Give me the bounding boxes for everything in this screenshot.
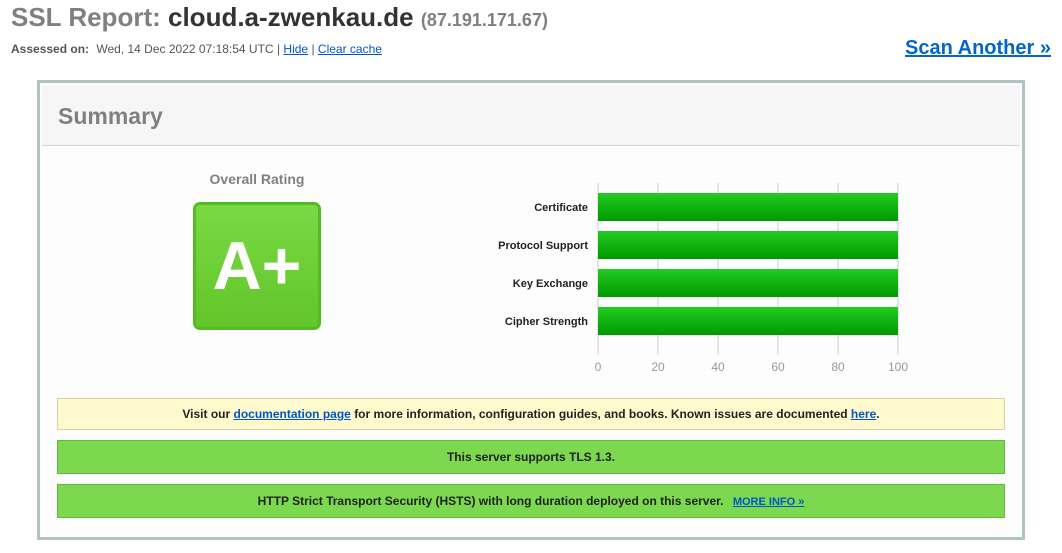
hsts-more-info-link[interactable]: MORE INFO » xyxy=(733,496,805,508)
grade-badge: A+ xyxy=(193,202,321,330)
overall-rating-label: Overall Rating xyxy=(209,171,305,187)
category-label: Key Exchange xyxy=(513,278,588,290)
category-label: Certificate xyxy=(534,202,588,214)
tls13-banner: This server supports TLS 1.3. xyxy=(57,440,1005,474)
bar xyxy=(598,193,898,221)
assessed-value: Wed, 14 Dec 2022 07:18:54 UTC xyxy=(96,42,274,56)
hsts-text: HTTP Strict Transport Security (HSTS) wi… xyxy=(257,494,724,508)
summary-header: Summary xyxy=(42,85,1020,146)
grade-text: A+ xyxy=(212,228,302,304)
x-tick-label: 80 xyxy=(831,360,845,373)
x-tick-label: 60 xyxy=(771,360,785,373)
scan-another-link[interactable]: Scan Another » xyxy=(905,37,1051,60)
category-label: Cipher Strength xyxy=(505,316,588,328)
bar xyxy=(598,231,898,259)
assessed-line: Assessed on: Wed, 14 Dec 2022 07:18:54 U… xyxy=(11,42,382,56)
documentation-banner: Visit our documentation page for more in… xyxy=(57,398,1005,430)
hsts-banner: HTTP Strict Transport Security (HSTS) wi… xyxy=(57,484,1005,518)
bar xyxy=(598,269,898,297)
clear-cache-link[interactable]: Clear cache xyxy=(318,42,382,56)
summary-title: Summary xyxy=(58,103,163,129)
assessed-label: Assessed on: xyxy=(11,42,90,56)
x-tick-label: 100 xyxy=(888,360,908,373)
x-tick-label: 20 xyxy=(651,360,665,373)
doc-end: . xyxy=(876,407,880,421)
rating-chart: 0 20 40 60 80 100 Certificate Protocol Support K… xyxy=(498,183,908,373)
x-tick-label: 0 xyxy=(595,360,602,373)
hostname: cloud.a-zwenkau.de xyxy=(168,2,414,32)
separator: | xyxy=(311,42,315,56)
tls13-text: This server supports TLS 1.3. xyxy=(446,450,616,464)
x-tick-label: 40 xyxy=(711,360,725,373)
bar xyxy=(598,307,898,335)
hide-link[interactable]: Hide xyxy=(283,42,308,56)
title-prefix: SSL Report: xyxy=(11,2,161,32)
summary-inner: Summary Overall Rating A+ 0 20 40 60 80 100 Ce… xyxy=(42,85,1020,535)
doc-prefix: Visit our xyxy=(182,407,231,421)
documentation-link[interactable]: documentation page xyxy=(234,407,351,421)
summary-panel: Summary Overall Rating A+ 0 20 40 60 80 100 Ce… xyxy=(37,80,1025,540)
category-label: Protocol Support xyxy=(498,240,588,252)
page-title: SSL Report: cloud.a-zwenkau.de (87.191.1… xyxy=(11,2,548,33)
doc-middle: for more information, configuration guid… xyxy=(354,407,848,421)
separator: | xyxy=(276,42,281,56)
ip-address: (87.191.171.67) xyxy=(420,10,548,30)
known-issues-link[interactable]: here xyxy=(851,407,876,421)
